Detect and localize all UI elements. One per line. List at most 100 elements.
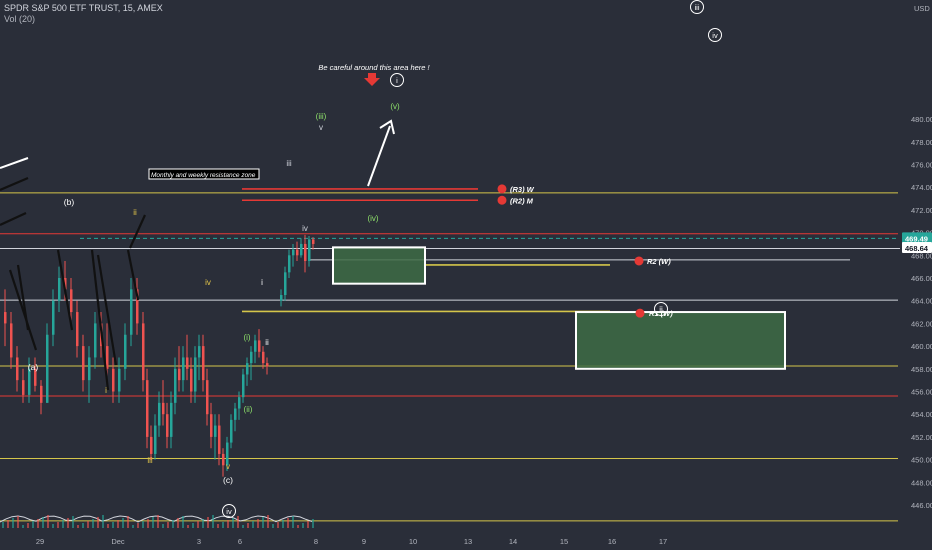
candle-body-59 (296, 249, 299, 256)
price-tick-label: 452.00 (911, 433, 932, 442)
candle-body-52 (258, 340, 261, 352)
currency-label: USD (914, 4, 930, 13)
candle-body-60 (300, 243, 303, 256)
candle-body-63 (312, 239, 315, 244)
pivot-label-r2m: (R2) M (510, 196, 534, 205)
volume-bar (142, 521, 144, 528)
candle-body-56 (284, 272, 287, 296)
candle-body-36 (194, 357, 197, 392)
volume-indicator-label: Vol (20) (4, 14, 36, 24)
volume-bar (302, 523, 304, 528)
volume-bar (127, 516, 129, 528)
wave-label-green-v: (v) (390, 102, 400, 111)
candle-body-38 (202, 346, 205, 381)
volume-bar (47, 515, 49, 528)
candle-body-58 (292, 249, 295, 256)
candle-body-45 (230, 419, 233, 443)
volume-bar (137, 523, 139, 528)
volume-bar (202, 519, 204, 528)
volume-bar (297, 525, 299, 528)
time-tick-label: Dec (111, 537, 125, 546)
candle-body-25 (150, 436, 153, 454)
candle-body-0 (4, 312, 7, 324)
candle-body-48 (242, 374, 245, 398)
volume-bar (52, 524, 54, 528)
time-tick-label: 16 (608, 537, 616, 546)
candle-body-4 (28, 368, 31, 395)
time-tick-label: 17 (659, 537, 667, 546)
volume-bar (212, 515, 214, 528)
price-tick-label: 454.00 (911, 410, 932, 419)
candle-body-57 (288, 255, 291, 273)
volume-bar (102, 515, 104, 528)
volume-bar (252, 521, 254, 528)
candle-body-34 (186, 357, 189, 369)
volume-bar (112, 522, 114, 528)
volume-bar (207, 517, 209, 528)
volume-bar (167, 522, 169, 528)
candle-body-8 (52, 300, 55, 335)
price-tick-label: 466.00 (911, 274, 932, 283)
wave-label-iii-small: iii (286, 159, 292, 168)
volume-bar (292, 516, 294, 528)
candle-body-47 (238, 397, 241, 409)
candle-body-2 (16, 357, 19, 381)
candle-body-17 (106, 346, 109, 369)
volume-bar (182, 516, 184, 528)
zone-box-0 (332, 246, 426, 285)
candle-body-49 (246, 363, 249, 375)
candle-body-6 (40, 385, 43, 403)
candle-body-12 (76, 312, 79, 347)
wave-label-iv-small: iv (302, 224, 308, 233)
pivot-label-r2w: R2 (W) (647, 257, 671, 266)
candle-body-20 (124, 334, 127, 369)
volume-bar (222, 522, 224, 528)
price-tick-label: 462.00 (911, 319, 932, 328)
candle-body-14 (88, 357, 91, 381)
candle-body-51 (254, 340, 257, 352)
candle-body-40 (210, 414, 213, 437)
volume-bar (92, 519, 94, 528)
price-tick-label: 456.00 (911, 388, 932, 397)
chart-background (0, 0, 932, 550)
volume-bar (17, 516, 19, 528)
candle-body-19 (118, 368, 121, 392)
wave-label-circled-iv: iv (712, 31, 718, 40)
volume-bar (247, 523, 249, 528)
volume-bar (307, 521, 309, 528)
zone-label-iv: (iv) (367, 214, 378, 223)
volume-bar (242, 525, 244, 528)
price-tick-label: 474.00 (911, 183, 932, 192)
volume-bar (232, 518, 234, 528)
volume-bar (237, 516, 239, 528)
volume-bar (32, 521, 34, 528)
price-tick-label: 448.00 (911, 478, 932, 487)
volume-bar (177, 518, 179, 528)
candle-body-24 (146, 380, 149, 437)
volume-bar (187, 525, 189, 528)
candle-body-55 (280, 295, 283, 301)
volume-bar (12, 518, 14, 528)
wave-label-yellow-i: i (105, 386, 107, 395)
time-tick-label: 29 (36, 537, 44, 546)
volume-bar (272, 524, 274, 528)
resistance-label: Monthly and weekly resistance zone (151, 172, 256, 179)
candle-body-53 (262, 351, 265, 364)
volume-bar (197, 521, 199, 528)
wave-label-circled-iii: iii (695, 3, 700, 12)
wave-label-circled-iv-vol: iv (226, 507, 232, 516)
volume-bar (42, 517, 44, 528)
candle-body-39 (206, 380, 209, 415)
wave-label-a: (a) (28, 362, 39, 372)
price-chart[interactable]: 446.00 448.00 450.00 452.00 454.00 456.00 458.… (0, 0, 932, 550)
volume-bar (132, 525, 134, 528)
volume-bar (282, 520, 284, 528)
price-tick-label: 446.00 (911, 501, 932, 510)
wave-label-green-ii: (ii) (244, 405, 253, 414)
volume-bar (217, 524, 219, 528)
time-tick-label: 9 (362, 537, 366, 546)
wave-label-c: (c) (223, 475, 233, 485)
candle-body-15 (94, 323, 97, 358)
chart-root: 446.00 448.00 450.00 452.00 454.00 456.00 458.… (0, 0, 932, 550)
wave-label-yellow-iii: iii (147, 456, 153, 465)
